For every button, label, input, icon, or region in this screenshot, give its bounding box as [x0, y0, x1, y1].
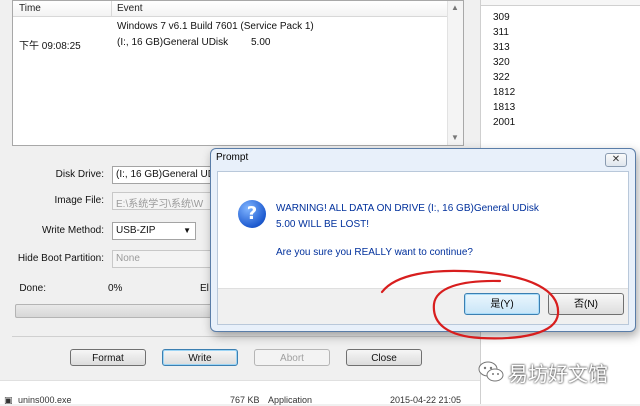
- done-value: 0%: [108, 283, 123, 294]
- list-item[interactable]: 1813: [493, 102, 515, 113]
- yes-button[interactable]: 是(Y): [464, 293, 540, 315]
- done-label: Done:: [19, 283, 46, 294]
- watermark-text: 易坊好文馆: [508, 362, 608, 386]
- disk-drive-label: Disk Drive:: [55, 169, 104, 180]
- write-method-label: Write Method:: [41, 225, 104, 236]
- question-icon: ?: [238, 200, 266, 228]
- log-header: Time Event: [13, 1, 463, 17]
- list-item[interactable]: 322: [493, 72, 510, 83]
- divider: [12, 336, 480, 337]
- wechat-icon: [478, 361, 504, 382]
- log-row-event: Windows 7 v6.1 Build 7601 (Service Pack …: [117, 21, 314, 32]
- warning-text-line2: 5.00 WILL BE LOST!: [276, 219, 370, 230]
- confirm-question: Are you sure you REALLY want to continue…: [276, 247, 473, 258]
- write-method-select[interactable]: USB-ZIP ▼: [112, 222, 196, 240]
- write-progress-bar: [15, 304, 215, 318]
- close-button[interactable]: Close: [346, 349, 422, 366]
- log-row-time: 下午 09:08:25: [19, 41, 81, 52]
- list-item[interactable]: 2001: [493, 117, 515, 128]
- file-icon: ▣: [4, 395, 13, 405]
- format-button[interactable]: Format: [70, 349, 146, 366]
- dialog-title: Prompt: [216, 152, 249, 163]
- disk-drive-select[interactable]: (I:, 16 GB)General UDi: [112, 166, 216, 184]
- elapsed-label: El: [200, 283, 209, 294]
- column-header-time[interactable]: Time: [19, 3, 41, 14]
- hide-boot-partition-select[interactable]: None: [112, 250, 216, 268]
- log-scrollbar[interactable]: ▲ ▼: [447, 1, 463, 145]
- watermark: 易坊好文馆: [478, 356, 628, 386]
- image-file-label: Image File:: [54, 195, 104, 206]
- list-item[interactable]: 309: [493, 12, 510, 23]
- list-item[interactable]: 1812: [493, 87, 515, 98]
- log-row-event: (I:, 16 GB)General UDisk: [117, 37, 229, 48]
- list-item[interactable]: 311: [493, 27, 509, 38]
- write-button[interactable]: Write: [162, 349, 238, 366]
- prompt-dialog: Prompt ✕ ? WARNING! ALL DATA ON DRIVE (I…: [210, 148, 636, 332]
- hide-boot-partition-label: Hide Boot Partition:: [17, 253, 104, 264]
- scroll-down-icon[interactable]: ▼: [451, 133, 459, 142]
- column-header-event[interactable]: Event: [117, 3, 143, 14]
- list-item[interactable]: 313: [493, 42, 510, 53]
- right-list-header: [481, 0, 640, 6]
- file-row[interactable]: ▣ unins000.exe 767 KB Application 2015-0…: [0, 380, 480, 405]
- log-row-extra: 5.00: [251, 37, 271, 48]
- no-button[interactable]: 否(N): [548, 293, 624, 315]
- close-icon[interactable]: ✕: [605, 153, 627, 167]
- write-method-value: USB-ZIP: [116, 225, 156, 236]
- event-log-list[interactable]: Time Event Windows 7 v6.1 Build 7601 (Se…: [12, 0, 464, 146]
- list-item[interactable]: 320: [493, 57, 510, 68]
- scroll-up-icon[interactable]: ▲: [451, 3, 459, 12]
- column-divider[interactable]: [111, 1, 112, 17]
- image-file-field[interactable]: E:\系统学习\系统\W: [112, 192, 216, 210]
- warning-text-line1: WARNING! ALL DATA ON DRIVE (I:, 16 GB)Ge…: [276, 203, 539, 214]
- abort-button[interactable]: Abort: [254, 349, 330, 366]
- chevron-down-icon[interactable]: ▼: [183, 226, 191, 235]
